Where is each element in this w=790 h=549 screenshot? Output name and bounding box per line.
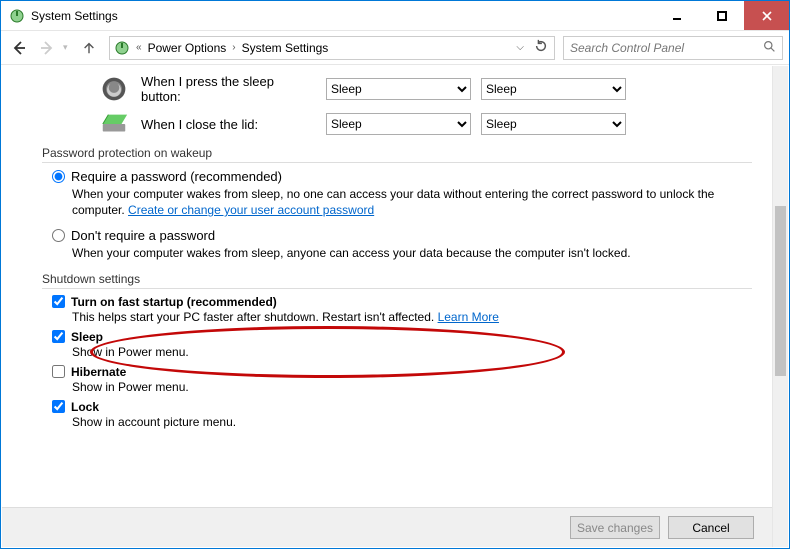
require-password-radio[interactable] [52, 170, 65, 183]
scrollbar-thumb[interactable] [775, 206, 786, 376]
breadcrumb-level2[interactable]: System Settings [242, 41, 329, 55]
shutdown-section-heading: Shutdown settings [42, 272, 752, 289]
lock-label: Lock [71, 400, 99, 414]
history-dropdown[interactable]: ▾ [63, 42, 73, 53]
save-button[interactable]: Save changes [570, 516, 660, 539]
address-bar[interactable]: « Power Options › System Settings ⌵ [109, 36, 555, 60]
chevron-right-icon: › [230, 42, 237, 53]
search-placeholder: Search Control Panel [570, 41, 763, 55]
lid-icon [97, 112, 131, 136]
close-button[interactable] [744, 1, 789, 30]
up-button[interactable] [77, 36, 101, 60]
back-button[interactable] [7, 36, 31, 60]
lock-checkbox[interactable] [52, 400, 65, 413]
fast-startup-desc: This helps start your PC faster after sh… [72, 310, 752, 324]
sleep-button-label: When I press the sleep button: [141, 74, 316, 104]
lid-label: When I close the lid: [141, 117, 316, 132]
fast-startup-label: Turn on fast startup (recommended) [71, 295, 277, 309]
address-icon [114, 40, 130, 56]
dont-require-password-desc: When your computer wakes from sleep, any… [72, 245, 752, 261]
refresh-icon[interactable] [532, 39, 550, 56]
hibernate-label: Hibernate [71, 365, 126, 379]
maximize-button[interactable] [699, 1, 744, 30]
sleep-button-battery-select[interactable]: Sleep [326, 78, 471, 100]
app-icon [9, 8, 25, 24]
sleep-option[interactable]: Sleep [52, 330, 752, 344]
window-title: System Settings [31, 9, 654, 23]
fast-startup-checkbox[interactable] [52, 295, 65, 308]
hibernate-checkbox[interactable] [52, 365, 65, 378]
password-section-heading: Password protection on wakeup [42, 146, 752, 163]
chevron-icon: « [134, 42, 144, 53]
dont-require-password-label: Don't require a password [71, 228, 215, 243]
lid-row: When I close the lid: Sleep Sleep [97, 112, 752, 136]
minimize-button[interactable] [654, 1, 699, 30]
toolbar: ▾ « Power Options › System Settings ⌵ Se… [1, 31, 789, 65]
titlebar: System Settings [1, 1, 789, 31]
lid-plugged-select[interactable]: Sleep [481, 113, 626, 135]
sleep-button-plugged-select[interactable]: Sleep [481, 78, 626, 100]
learn-more-link[interactable]: Learn More [438, 310, 499, 324]
sleep-button-row: When I press the sleep button: Sleep Sle… [97, 74, 752, 104]
address-dropdown-icon[interactable]: ⌵ [512, 42, 528, 53]
require-password-option[interactable]: Require a password (recommended) [52, 169, 752, 184]
sleep-checkbox[interactable] [52, 330, 65, 343]
require-password-desc: When your computer wakes from sleep, no … [72, 186, 752, 218]
content-area: When I press the sleep button: Sleep Sle… [2, 66, 772, 547]
lock-option[interactable]: Lock [52, 400, 752, 414]
button-bar: Save changes Cancel [2, 507, 772, 547]
lock-desc: Show in account picture menu. [72, 415, 752, 429]
lid-battery-select[interactable]: Sleep [326, 113, 471, 135]
window: System Settings ▾ « Power Options › [0, 0, 790, 549]
forward-button[interactable] [35, 36, 59, 60]
breadcrumb-level1[interactable]: Power Options [148, 41, 227, 55]
sleep-desc: Show in Power menu. [72, 345, 752, 359]
hibernate-desc: Show in Power menu. [72, 380, 752, 394]
require-password-label: Require a password (recommended) [71, 169, 282, 184]
vertical-scrollbar[interactable] [772, 66, 788, 547]
dont-require-password-radio[interactable] [52, 229, 65, 242]
cancel-button[interactable]: Cancel [668, 516, 754, 539]
sleep-label: Sleep [71, 330, 103, 344]
fast-startup-option[interactable]: Turn on fast startup (recommended) [52, 295, 752, 309]
change-password-link[interactable]: Create or change your user account passw… [128, 203, 374, 217]
search-input[interactable]: Search Control Panel [563, 36, 783, 60]
hibernate-option[interactable]: Hibernate [52, 365, 752, 379]
search-icon [763, 40, 776, 56]
sleep-button-icon [97, 75, 131, 103]
dont-require-password-option[interactable]: Don't require a password [52, 228, 752, 243]
